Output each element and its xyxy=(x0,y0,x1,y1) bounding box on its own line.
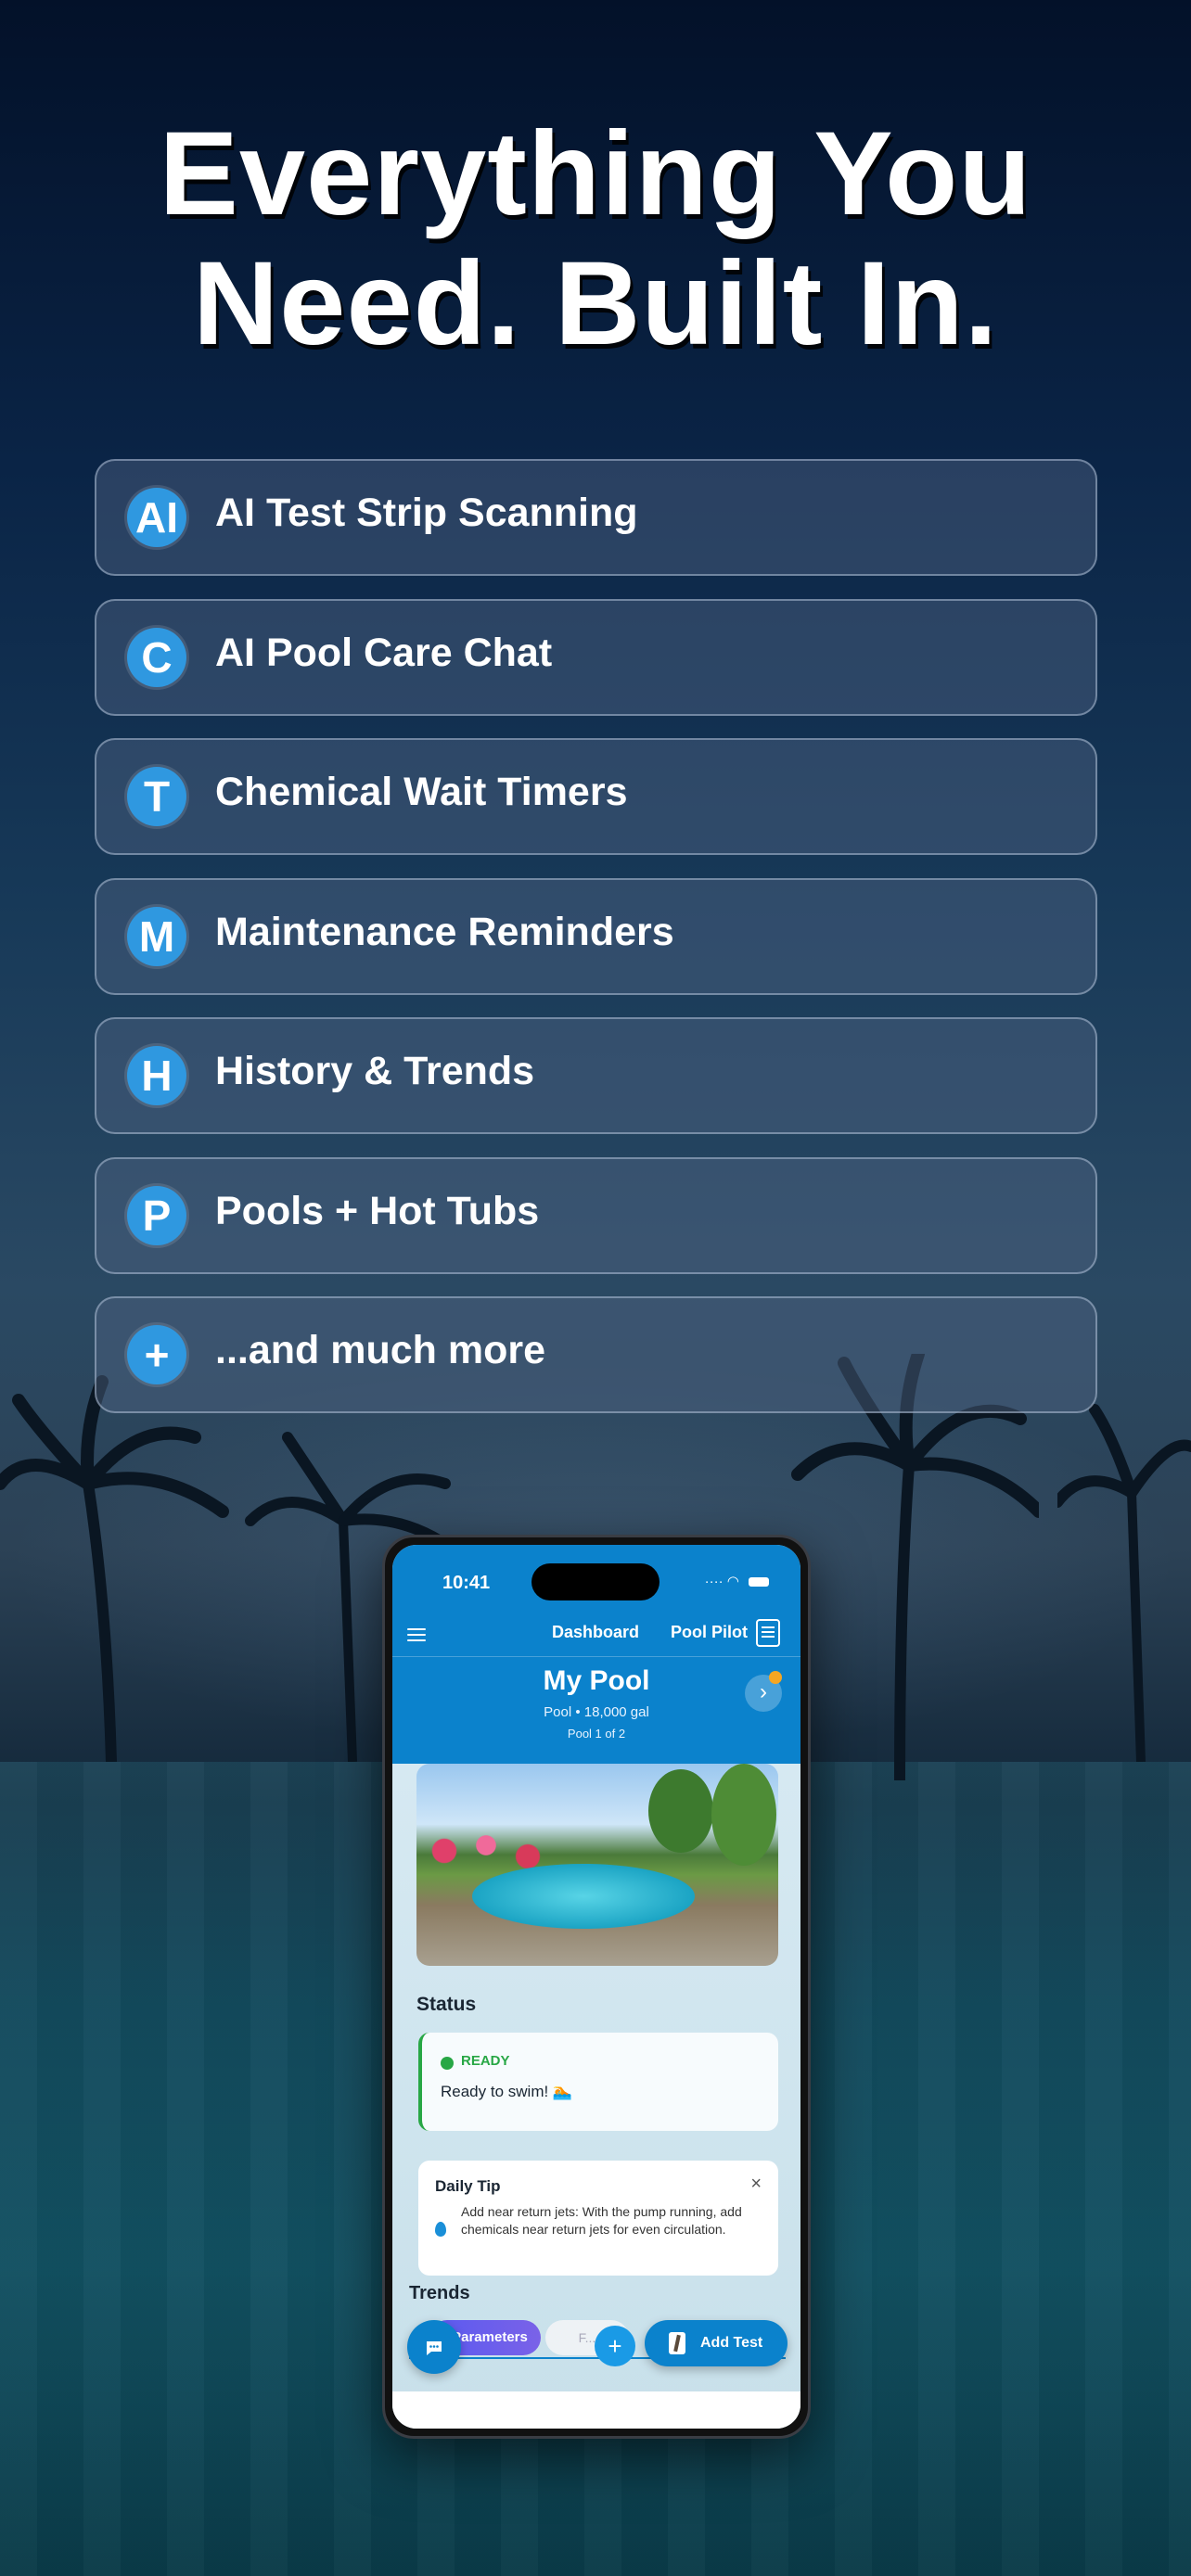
plus-icon: + xyxy=(127,1325,186,1384)
header-divider xyxy=(392,1656,800,1657)
test-strip-logo-icon xyxy=(756,1619,780,1647)
notification-dot xyxy=(769,1671,782,1684)
test-strip-icon xyxy=(669,2332,685,2354)
feature-badge: M xyxy=(127,906,186,966)
hamburger-menu-icon[interactable] xyxy=(407,1628,426,1645)
tip-title: Daily Tip xyxy=(435,2177,501,2195)
add-test-label: Add Test xyxy=(700,2335,763,2351)
feature-label: AI Test Strip Scanning xyxy=(215,491,638,535)
feature-maintenance-reminders: M Maintenance Reminders xyxy=(95,877,1097,995)
water-drop-icon xyxy=(435,2222,446,2237)
feature-badge: T xyxy=(127,767,186,826)
daily-tip-card: Daily Tip × Add near return jets: With t… xyxy=(418,2161,778,2276)
feature-list: AI AI Test Strip Scanning C AI Pool Care… xyxy=(95,459,1097,1436)
feature-chemical-wait-timers: T Chemical Wait Timers xyxy=(95,738,1097,855)
feature-pools-hot-tubs: P Pools + Hot Tubs xyxy=(95,1156,1097,1274)
status-text: Ready to swim! 🏊 xyxy=(441,2083,573,2100)
signal-icon: ···· xyxy=(704,1574,724,1589)
wifi-icon: ◠ xyxy=(726,1574,739,1589)
battery-icon xyxy=(749,1577,769,1588)
nav-dashboard-title: Dashboard xyxy=(552,1623,640,1641)
feature-label: Chemical Wait Timers xyxy=(215,770,628,814)
phone-screen: 10:41 ···· ◠ Dashboard Pool Pilot My Poo… xyxy=(392,1545,800,2429)
nav-app-name: Pool Pilot xyxy=(671,1623,748,1641)
trends-section-title: Trends xyxy=(409,2283,470,2303)
status-bar-time: 10:41 xyxy=(442,1573,491,1593)
pool-name: My Pool xyxy=(543,1665,650,1696)
pool-index: Pool 1 of 2 xyxy=(567,1727,626,1741)
feature-label: ...and much more xyxy=(215,1328,546,1372)
ready-dot-icon xyxy=(441,2057,454,2070)
status-bar-icons: ···· ◠ xyxy=(705,1573,769,1589)
feature-badge: C xyxy=(127,627,186,687)
chat-button[interactable] xyxy=(407,2320,461,2374)
headline-line-2: Need. Built In. xyxy=(192,237,999,370)
feature-badge: H xyxy=(127,1046,186,1105)
feature-history-trends: H History & Trends xyxy=(95,1017,1097,1134)
palm-tree-far-right-icon xyxy=(1057,1404,1191,1762)
headline: Everything You Need. Built In. xyxy=(0,109,1191,369)
feature-label: Pools + Hot Tubs xyxy=(215,1188,540,1233)
chat-bubble-icon xyxy=(427,2340,442,2355)
home-indicator-area xyxy=(392,2391,800,2429)
feature-label: History & Trends xyxy=(215,1049,535,1093)
feature-label: Maintenance Reminders xyxy=(215,909,674,954)
feature-and-much-more: + ...and much more xyxy=(95,1296,1097,1413)
add-button[interactable]: + xyxy=(595,2326,635,2366)
pool-meta: Pool • 18,000 gal xyxy=(544,1704,649,1720)
tip-body: Add near return jets: With the pump runn… xyxy=(461,2204,742,2237)
feature-ai-test-strip-scanning: AI AI Test Strip Scanning xyxy=(95,459,1097,576)
add-test-button[interactable]: Add Test xyxy=(645,2320,788,2366)
feature-label: AI Pool Care Chat xyxy=(215,630,553,675)
feature-badge: AI xyxy=(127,488,186,547)
feature-ai-pool-care-chat: C AI Pool Care Chat xyxy=(95,598,1097,716)
pool-photo xyxy=(416,1764,778,1966)
status-section-title: Status xyxy=(416,1994,477,2015)
close-icon[interactable]: × xyxy=(750,2174,762,2195)
feature-badge: P xyxy=(127,1185,186,1245)
dashboard-content: Status READY Ready to swim! 🏊 Daily Tip … xyxy=(392,1764,800,2429)
status-label: READY xyxy=(461,2053,510,2069)
status-card: READY Ready to swim! 🏊 xyxy=(418,2033,778,2131)
phone-mockup: 10:41 ···· ◠ Dashboard Pool Pilot My Poo… xyxy=(382,1535,811,2439)
headline-line-1: Everything You xyxy=(159,108,1032,240)
dynamic-island xyxy=(531,1563,660,1600)
app-header: 10:41 ···· ◠ Dashboard Pool Pilot My Poo… xyxy=(392,1545,800,1764)
